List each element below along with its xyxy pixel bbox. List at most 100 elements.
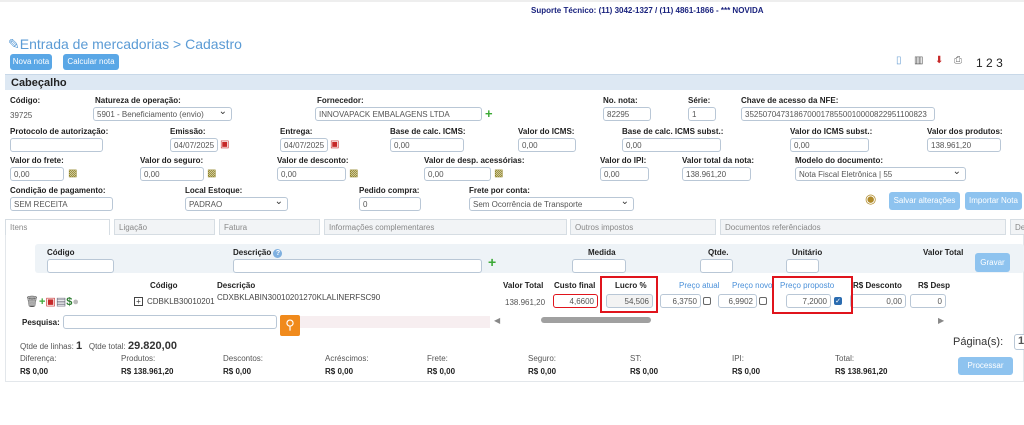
scroll-left-arrow[interactable]: ◀ xyxy=(494,316,500,325)
base-icms-input[interactable]: 0,00 xyxy=(390,138,464,152)
emissao-input[interactable]: 04/07/2025 xyxy=(170,138,218,152)
page-title: ✎Entrada de mercadorias > Cadastro xyxy=(8,36,242,52)
tab-fatura[interactable]: Fatura xyxy=(219,219,320,235)
summary-value: R$ 0,00 xyxy=(528,367,557,376)
pedido-input[interactable]: 0 xyxy=(359,197,421,211)
coins-icon[interactable]: ◉ xyxy=(865,192,876,205)
valor-icms-st-input[interactable]: 0,00 xyxy=(790,138,869,152)
preco-novo-input[interactable]: 6,9902 xyxy=(718,294,757,308)
condicao-input[interactable]: SEM RECEITA xyxy=(10,197,113,211)
calendar-icon[interactable]: ▣ xyxy=(330,140,339,150)
summary-label: Diferença: xyxy=(20,354,57,363)
total-nota-label: Valor total da nota: xyxy=(682,156,755,165)
frete-conta-select[interactable]: Sem Ocorrência de Transporte xyxy=(469,197,634,211)
frete-input[interactable]: 0,00 xyxy=(10,167,64,181)
summary-value: R$ 138.961,20 xyxy=(835,367,888,376)
page-link-1[interactable]: 1 xyxy=(976,56,983,70)
entrega-input[interactable]: 04/07/2025 xyxy=(280,138,328,152)
preco-novo-checkbox[interactable] xyxy=(759,297,767,305)
nota-input[interactable]: 82295 xyxy=(603,107,651,121)
ipi-label: Valor do IPI: xyxy=(600,156,647,165)
salvar-alteracoes-button[interactable]: Salvar alterações xyxy=(889,192,960,210)
emissao-label: Emissão: xyxy=(170,127,206,136)
new-document-icon[interactable]: ▯ xyxy=(896,56,902,66)
custo-final-input[interactable]: 4,6600 xyxy=(553,294,598,308)
base-icms-st-input[interactable]: 0,00 xyxy=(622,138,721,152)
summary-label: Produtos: xyxy=(121,354,156,363)
valor-icms-input[interactable]: 0,00 xyxy=(518,138,576,152)
preco-atual-input[interactable]: 6,3750 xyxy=(660,294,701,308)
filter-unitario-input[interactable] xyxy=(786,259,819,273)
calculator-icon[interactable]: ▩ xyxy=(349,169,358,179)
tab-informacoes[interactable]: Informações complementares xyxy=(324,219,567,235)
desconto-input[interactable]: 0,00 xyxy=(277,167,346,181)
seguro-input[interactable]: 0,00 xyxy=(140,167,204,181)
gravar-button[interactable]: Gravar xyxy=(975,253,1010,272)
download-icon[interactable]: ⬇ xyxy=(935,56,943,66)
serie-input[interactable]: 1 xyxy=(688,107,716,121)
col-desp: R$ Desp xyxy=(918,281,951,290)
despesas-input[interactable]: 0,00 xyxy=(424,167,491,181)
add-fornecedor-icon[interactable]: + xyxy=(485,107,493,120)
page-link-3[interactable]: 3 xyxy=(996,56,1003,70)
summary-label: ST: xyxy=(630,354,642,363)
chave-input[interactable]: 3525070473186700017855001000082295110082… xyxy=(741,107,935,121)
filter-codigo-input[interactable] xyxy=(47,259,114,273)
filter-medida-label: Medida xyxy=(588,248,616,257)
ipi-input[interactable]: 0,00 xyxy=(600,167,649,181)
filter-qtde-input[interactable] xyxy=(700,259,733,273)
col-preco-atual[interactable]: Preço atual xyxy=(679,281,719,290)
search-button[interactable]: ⚲ xyxy=(280,315,300,336)
calendar-icon[interactable]: ▣ xyxy=(220,140,229,150)
pagina-input[interactable]: 1 xyxy=(1014,334,1024,350)
filter-descricao-input[interactable] xyxy=(233,259,482,273)
help-icon[interactable]: ? xyxy=(273,249,283,258)
tab-itens[interactable]: Itens xyxy=(5,219,110,235)
nova-nota-button[interactable]: Nova nota xyxy=(10,54,52,70)
summary-value: R$ 138.961,20 xyxy=(121,367,174,376)
trash-icon[interactable]: 🗑 xyxy=(25,296,39,308)
processar-button[interactable]: Processar xyxy=(958,357,1013,375)
fornecedor-input[interactable]: INNOVAPACK EMBALAGENS LTDA xyxy=(315,107,482,121)
page-link-2[interactable]: 2 xyxy=(986,56,993,70)
add-item-icon[interactable]: + xyxy=(488,255,496,269)
calcular-nota-button[interactable]: Calcular nota xyxy=(63,54,119,70)
summary-label: Seguro: xyxy=(528,354,557,363)
natureza-select[interactable]: 5901 - Beneficiamento (envio) xyxy=(93,107,232,121)
copy-icon[interactable]: ▤ xyxy=(56,296,66,308)
pdf-icon[interactable]: ▣ xyxy=(45,296,55,308)
frete-conta-label: Frete por conta: xyxy=(469,186,530,195)
search-icon: ⚲ xyxy=(285,317,295,332)
highlight-lucro xyxy=(600,276,658,313)
filter-unitario-label: Unitário xyxy=(792,248,823,257)
calculator-icon[interactable]: ▩ xyxy=(494,169,503,179)
filter-medida-input[interactable] xyxy=(572,259,626,273)
tab-ligacao[interactable]: Ligação xyxy=(114,219,215,235)
total-nota-input[interactable]: 138.961,20 xyxy=(682,167,751,181)
col-preco-novo[interactable]: Preço novo xyxy=(732,281,772,290)
importar-nota-button[interactable]: Importar Nota xyxy=(965,192,1022,210)
calculator-icon[interactable]: ▩ xyxy=(68,169,77,179)
tab-documentos[interactable]: Documentos referênciados xyxy=(720,219,1006,235)
summary-value: R$ 0,00 xyxy=(732,367,761,376)
valor-produtos-input[interactable]: 138.961,20 xyxy=(927,138,1001,152)
desconto-item-input[interactable]: 0,00 xyxy=(850,294,906,308)
codigo-value: 39725 xyxy=(10,111,33,120)
tab-devolucao[interactable]: Devolução xyxy=(1010,219,1024,235)
scroll-right-arrow[interactable]: ▶ xyxy=(938,316,944,325)
protocolo-input[interactable] xyxy=(10,138,103,152)
coin-icon[interactable]: ● xyxy=(72,296,79,308)
local-select[interactable]: PADRAO xyxy=(185,197,288,211)
modelo-select[interactable]: Nota Fiscal Eletrônica | 55 xyxy=(795,167,966,181)
base-icms-st-label: Base de calc. ICMS subst.: xyxy=(622,127,724,136)
print-icon[interactable]: ⎙ xyxy=(954,56,962,66)
horizontal-scrollbar[interactable] xyxy=(541,317,651,323)
expand-icon[interactable]: + xyxy=(134,297,143,306)
desp-item-input[interactable]: 0 xyxy=(910,294,946,308)
modelo-label: Modelo do documento: xyxy=(795,156,883,165)
preco-atual-checkbox[interactable] xyxy=(703,297,711,305)
columns-icon[interactable]: ▥ xyxy=(914,56,923,66)
tab-outros-impostos[interactable]: Outros impostos xyxy=(570,219,716,235)
pesquisa-input[interactable] xyxy=(63,315,277,329)
calculator-icon[interactable]: ▩ xyxy=(207,169,216,179)
